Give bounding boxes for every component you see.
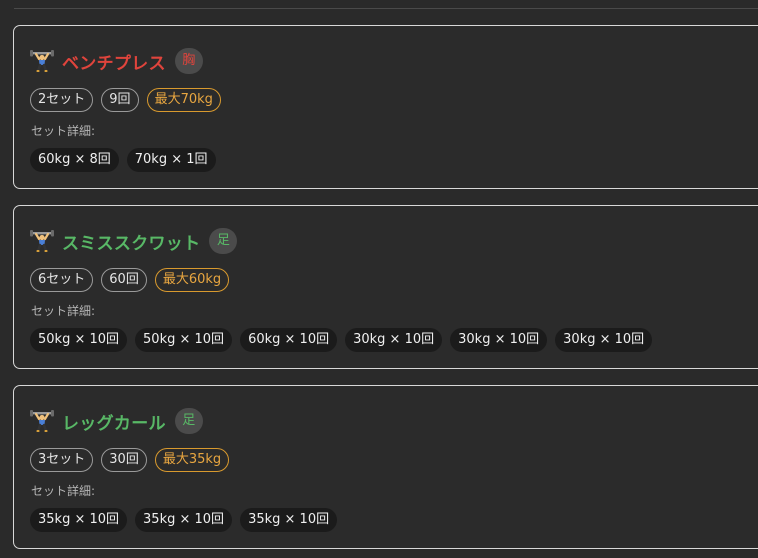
set-detail-chip: 60kg × 8回	[30, 148, 119, 172]
summary-tags: 2セット 9回 最大70kg	[30, 88, 221, 112]
set-detail-chip: 35kg × 10回	[240, 508, 338, 532]
summary-tags: 3セット 30回 最大35kg	[30, 448, 230, 472]
set-count-tag: 6セット	[30, 268, 94, 292]
weightlifter-icon	[30, 50, 54, 73]
set-count-tag: 3セット	[30, 448, 94, 472]
body-part-badge: 胸	[174, 48, 203, 74]
set-detail-chip: 50kg × 10回	[30, 328, 128, 352]
exercise-card-bench-press[interactable]: ベンチプレス 胸 2セット 9回 最大70kg セット詳細: 60kg × 8回…	[13, 25, 758, 189]
body-part-badge: 足	[174, 408, 203, 434]
exercise-header: ベンチプレス 胸	[30, 47, 203, 75]
weightlifter-icon	[30, 410, 54, 433]
max-weight-tag: 最大60kg	[154, 268, 230, 292]
set-details-label: セット詳細:	[31, 304, 96, 318]
set-details-label: セット詳細:	[31, 484, 96, 498]
top-divider	[14, 8, 758, 9]
set-detail-chip: 60kg × 10回	[240, 328, 338, 352]
set-details-list: 60kg × 8回 70kg × 1回	[30, 148, 216, 172]
max-weight-tag: 最大35kg	[154, 448, 230, 472]
rep-count-tag: 30回	[101, 448, 147, 472]
exercise-name: ベンチプレス	[62, 53, 166, 74]
exercise-card-smith-squat[interactable]: スミススクワット 足 6セット 60回 最大60kg セット詳細: 50kg ×…	[13, 205, 758, 369]
rep-count-tag: 9回	[101, 88, 139, 112]
summary-tags: 6セット 60回 最大60kg	[30, 268, 230, 292]
exercise-name: レッグカール	[62, 413, 166, 434]
set-detail-chip: 70kg × 1回	[126, 148, 216, 172]
set-detail-chip: 50kg × 10回	[135, 328, 233, 352]
set-detail-chip: 35kg × 10回	[135, 508, 233, 532]
exercise-header: レッグカール 足	[30, 407, 203, 435]
set-details-label: セット詳細:	[31, 124, 96, 138]
set-detail-chip: 30kg × 10回	[555, 328, 653, 352]
set-details-list: 35kg × 10回 35kg × 10回 35kg × 10回	[30, 508, 338, 532]
exercise-header: スミススクワット 足	[30, 227, 238, 255]
set-details-list: 50kg × 10回 50kg × 10回 60kg × 10回 30kg × …	[30, 328, 653, 352]
exercise-name: スミススクワット	[62, 233, 201, 254]
rep-count-tag: 60回	[101, 268, 147, 292]
set-detail-chip: 35kg × 10回	[30, 508, 128, 532]
set-detail-chip: 30kg × 10回	[345, 328, 443, 352]
max-weight-tag: 最大70kg	[146, 88, 221, 112]
body-part-badge: 足	[209, 228, 238, 254]
set-detail-chip: 30kg × 10回	[450, 328, 548, 352]
exercise-card-leg-curl[interactable]: レッグカール 足 3セット 30回 最大35kg セット詳細: 35kg × 1…	[13, 385, 758, 549]
set-count-tag: 2セット	[30, 88, 94, 112]
weightlifter-icon	[30, 230, 54, 253]
